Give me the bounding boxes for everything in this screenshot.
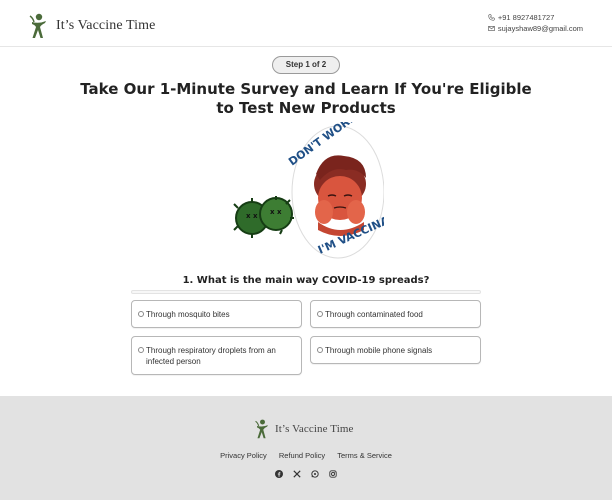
site-header: It’s Vaccine Time +91 8927481727 sujaysh… bbox=[0, 0, 612, 47]
question-divider bbox=[131, 290, 481, 294]
privacy-policy-link[interactable]: Privacy Policy bbox=[220, 451, 267, 460]
radio-button[interactable] bbox=[317, 311, 323, 317]
phone-row[interactable]: +91 8927481727 bbox=[488, 12, 583, 23]
radio-button[interactable] bbox=[317, 347, 323, 353]
footer-brand-name: It’s Vaccine Time bbox=[275, 423, 354, 435]
svg-text:x x: x x bbox=[270, 208, 282, 216]
answer-option-respiratory-droplets[interactable]: Through respiratory droplets from an inf… bbox=[131, 336, 302, 375]
answer-option-contaminated-food[interactable]: Through contaminated food bbox=[310, 300, 481, 328]
social-links bbox=[0, 465, 612, 478]
refund-policy-link[interactable]: Refund Policy bbox=[279, 451, 325, 460]
footer-brand[interactable]: It’s Vaccine Time bbox=[254, 418, 354, 440]
mail-icon bbox=[488, 26, 495, 31]
answer-option-phone-signals[interactable]: Through mobile phone signals bbox=[310, 336, 481, 364]
radio-button[interactable] bbox=[138, 347, 144, 353]
email-row[interactable]: sujayshaw89@gmail.com bbox=[488, 23, 583, 34]
brand-logo-icon bbox=[255, 419, 268, 439]
footer-links: Privacy Policy Refund Policy Terms & Ser… bbox=[0, 451, 612, 460]
answer-option-label: Through mobile phone signals bbox=[325, 345, 433, 355]
x-icon[interactable] bbox=[293, 465, 301, 478]
site-footer: It’s Vaccine Time Privacy Policy Refund … bbox=[0, 396, 612, 500]
brand-logo-icon bbox=[29, 13, 46, 38]
svg-text:x x: x x bbox=[246, 212, 258, 220]
terms-service-link[interactable]: Terms & Service bbox=[337, 451, 392, 460]
virus-icon: x x x x bbox=[233, 196, 294, 238]
brand-name: It’s Vaccine Time bbox=[56, 18, 156, 33]
step-indicator: Step 1 of 2 bbox=[272, 56, 340, 74]
phone-number: +91 8927481727 bbox=[497, 13, 555, 22]
answer-option-mosquito-bites[interactable]: Through mosquito bites bbox=[131, 300, 302, 328]
instagram-icon[interactable] bbox=[329, 465, 337, 478]
vaccinated-sticker-illustration: x x x x DON'T WORRY I'M VACCINATED bbox=[228, 105, 412, 262]
contact-info: +91 8927481727 sujayshaw89@gmail.com bbox=[488, 12, 583, 34]
brand[interactable]: It’s Vaccine Time bbox=[28, 12, 155, 40]
page-title: Take Our 1-Minute Survey and Learn If Yo… bbox=[80, 80, 532, 117]
question-text: 1. What is the main way COVID-19 spreads… bbox=[182, 275, 430, 286]
answer-option-label: Through mosquito bites bbox=[146, 309, 230, 319]
radio-button[interactable] bbox=[138, 311, 144, 317]
facebook-icon[interactable] bbox=[275, 465, 283, 478]
phone-icon bbox=[488, 14, 495, 21]
sticker-graphic: x x x x DON'T WORRY I'M VACCINATED bbox=[233, 105, 412, 259]
answer-option-label: Through respiratory droplets from an inf… bbox=[146, 346, 276, 366]
answer-option-label: Through contaminated food bbox=[325, 309, 423, 319]
whatsapp-icon[interactable] bbox=[311, 465, 319, 478]
email-address: sujayshaw89@gmail.com bbox=[497, 24, 583, 33]
